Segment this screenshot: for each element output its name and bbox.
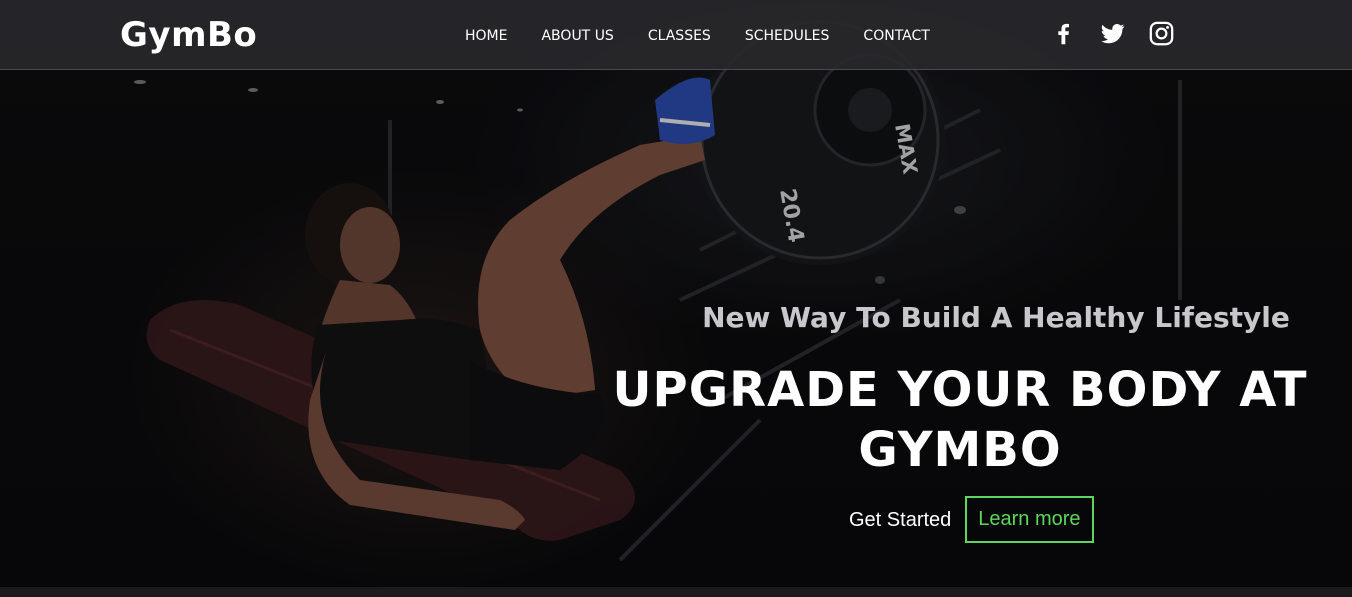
hero-headline: UPGRADE YOUR BODY AT GYMBO bbox=[595, 360, 1325, 480]
learn-more-button[interactable]: Learn more bbox=[965, 496, 1094, 543]
nav-item-contact: CONTACT bbox=[863, 25, 963, 46]
hero-headline-line-1: UPGRADE YOUR BODY AT bbox=[612, 362, 1308, 418]
get-started-button[interactable]: Get Started bbox=[849, 497, 951, 543]
page: 20.4 MAX GymBo HOME ABOUT US CLASSES SCH… bbox=[0, 0, 1352, 597]
hero-background-image: 20.4 MAX bbox=[0, 0, 1352, 587]
nav-link-home[interactable]: HOME bbox=[465, 26, 507, 46]
nav-item-home: HOME bbox=[465, 25, 541, 46]
facebook-link[interactable] bbox=[1050, 20, 1077, 47]
hero-headline-line-2: GYMBO bbox=[858, 422, 1062, 478]
nav-item-schedules: SCHEDULES bbox=[745, 25, 864, 46]
nav-link-contact[interactable]: CONTACT bbox=[863, 26, 929, 46]
nav-links: HOME ABOUT US CLASSES SCHEDULES CONTACT bbox=[465, 25, 964, 46]
nav-item-about-us: ABOUT US bbox=[541, 25, 647, 46]
nav-link-classes[interactable]: CLASSES bbox=[648, 26, 711, 46]
twitter-link[interactable] bbox=[1099, 20, 1126, 47]
social-links bbox=[1050, 20, 1175, 47]
nav-item-classes: CLASSES bbox=[648, 25, 745, 46]
nav-link-schedules[interactable]: SCHEDULES bbox=[745, 26, 830, 46]
logo[interactable]: GymBo bbox=[120, 15, 257, 55]
hero-section: 20.4 MAX bbox=[0, 0, 1352, 587]
twitter-icon bbox=[1101, 23, 1125, 44]
nav-link-about-us[interactable]: ABOUT US bbox=[541, 26, 613, 46]
navbar: GymBo HOME ABOUT US CLASSES SCHEDULES CO… bbox=[0, 0, 1352, 70]
bottom-strip bbox=[0, 587, 1352, 597]
instagram-link[interactable] bbox=[1148, 20, 1175, 47]
facebook-icon bbox=[1058, 23, 1070, 45]
hero-cta-group: Get Started Learn more bbox=[849, 496, 1094, 543]
instagram-icon bbox=[1149, 21, 1174, 46]
hero-tagline: New Way To Build A Healthy Lifestyle bbox=[702, 301, 1290, 334]
